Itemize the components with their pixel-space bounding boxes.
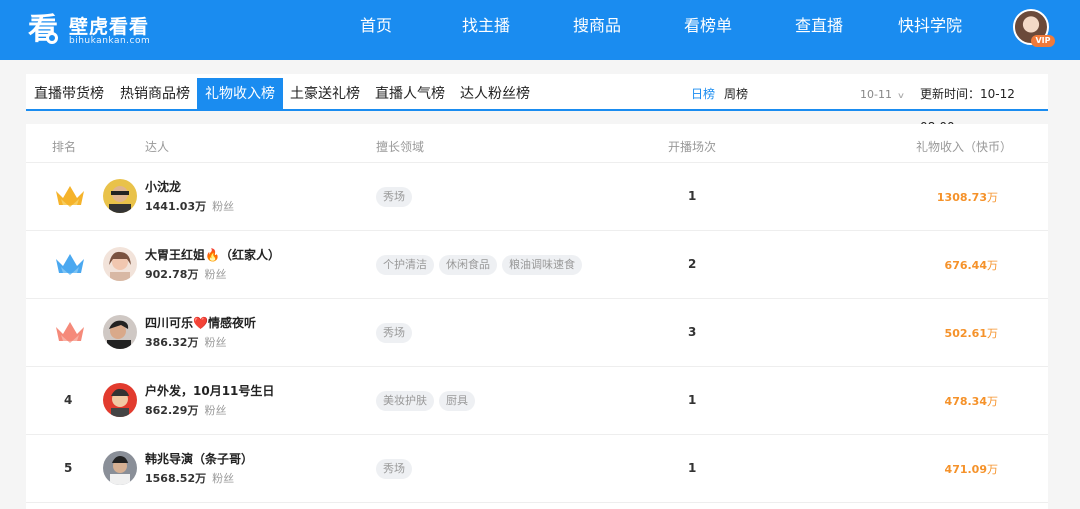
- session-count: 3: [688, 325, 697, 339]
- fans-count: 386.32万 粉丝: [145, 336, 227, 349]
- date-select[interactable]: 10-11 ∨: [860, 78, 905, 111]
- user-avatar[interactable]: VIP: [1013, 9, 1055, 47]
- domain-tags: 秀场: [376, 323, 412, 343]
- brand-logo[interactable]: 看 壁虎看看 bihukankan.com: [25, 8, 160, 50]
- header-sessions: 开播场次: [668, 140, 717, 154]
- avatar[interactable]: [103, 451, 137, 485]
- nav-search-product[interactable]: 搜商品: [573, 0, 621, 60]
- tab-gift-income[interactable]: 礼物收入榜: [197, 78, 283, 111]
- fans-count: 1568.52万 粉丝: [145, 472, 235, 485]
- header-domain: 擅长领域: [376, 140, 425, 154]
- influencer-name[interactable]: 户外发，10月11号生日: [145, 382, 274, 399]
- fans-count: 862.29万 粉丝: [145, 404, 227, 417]
- nav-rankings[interactable]: 看榜单: [684, 0, 732, 60]
- header-income: 礼物收入（快币）: [915, 140, 1012, 154]
- session-count: 1: [688, 393, 697, 407]
- nav-live-lookup[interactable]: 查直播: [795, 0, 843, 60]
- nav-home[interactable]: 首页: [360, 0, 392, 60]
- brand-subtitle: bihukankan.com: [69, 36, 151, 46]
- domain-tag: 美妆护肤: [376, 391, 434, 411]
- influencer-name[interactable]: 韩兆导演（条子哥）: [145, 450, 253, 467]
- avatar[interactable]: [103, 179, 137, 213]
- influencer-name[interactable]: 四川可乐❤️情感夜听: [145, 314, 256, 331]
- domain-tags: 秀场: [376, 187, 412, 207]
- date-select-value: 10-11: [860, 88, 892, 101]
- chevron-down-icon: ∨: [896, 91, 905, 100]
- domain-tag: 个护清洁: [376, 255, 434, 275]
- table-row[interactable]: 5 韩兆导演（条子哥） 1568.52万 粉丝 秀场 1 471.09万: [26, 434, 1048, 502]
- updated-time: 更新时间：10-12 08:00: [920, 87, 1015, 134]
- gift-income: 478.34万: [944, 395, 998, 408]
- vip-badge: VIP: [1031, 35, 1055, 47]
- session-count: 1: [688, 189, 697, 203]
- domain-tag: 厨具: [439, 391, 475, 411]
- influencer-name[interactable]: 大胃王红姐🔥（红家人）: [145, 246, 280, 263]
- period-weekly[interactable]: 周榜: [724, 78, 748, 111]
- table-row[interactable]: 小沈龙 1441.03万 粉丝 秀场 1 1308.73万: [26, 162, 1048, 230]
- blue-crown-icon: [56, 254, 84, 275]
- avatar[interactable]: [103, 315, 137, 349]
- gift-income: 471.09万: [944, 463, 998, 476]
- tab-big-spenders[interactable]: 土豪送礼榜: [282, 78, 368, 111]
- domain-tag: 秀场: [376, 323, 412, 343]
- tab-live-sales[interactable]: 直播带货榜: [26, 78, 112, 111]
- domain-tag: 秀场: [376, 459, 412, 479]
- gold-crown-icon: [56, 186, 84, 207]
- gift-income: 1308.73万: [936, 191, 998, 204]
- table-row[interactable]: 四川可乐❤️情感夜听 386.32万 粉丝 秀场 3 502.61万: [26, 298, 1048, 366]
- nav-academy[interactable]: 快抖学院: [898, 0, 962, 60]
- tab-live-popularity[interactable]: 直播人气榜: [367, 78, 453, 111]
- domain-tag: 休闲食品: [439, 255, 497, 275]
- domain-tag: 粮油调味速食: [502, 255, 582, 275]
- avatar[interactable]: [103, 383, 137, 417]
- session-count: 2: [688, 257, 697, 271]
- tab-hot-products[interactable]: 热销商品榜: [112, 78, 198, 111]
- ranking-panel: 直播带货榜 热销商品榜 礼物收入榜 土豪送礼榜 直播人气榜 达人粉丝榜 日榜 周…: [26, 74, 1048, 509]
- influencer-name[interactable]: 小沈龙: [145, 178, 181, 195]
- gift-income: 502.61万: [944, 327, 998, 340]
- fans-count: 902.78万 粉丝: [145, 268, 227, 281]
- session-count: 1: [688, 461, 697, 475]
- tab-influencer-fans[interactable]: 达人粉丝榜: [452, 78, 538, 111]
- nav-find-anchor[interactable]: 找主播: [462, 0, 510, 60]
- header-influencer: 达人: [145, 140, 170, 154]
- rank-number: 5: [64, 461, 73, 475]
- table-row[interactable]: 大胃王红姐🔥（红家人） 902.78万 粉丝 个护清洁 休闲食品 粮油调味速食 2…: [26, 230, 1048, 298]
- top-navbar: 看 壁虎看看 bihukankan.com 首页 找主播 搜商品 看榜单 查直播…: [0, 0, 1080, 60]
- pink-crown-icon: [56, 322, 84, 343]
- domain-tags: 秀场: [376, 459, 412, 479]
- brand-title: 壁虎看看: [69, 16, 150, 38]
- domain-tags: 个护清洁 休闲食品 粮油调味速食: [376, 255, 582, 275]
- header-rank: 排名: [52, 140, 77, 154]
- table-row-divider: [26, 502, 1048, 509]
- logo-mark-icon: 看: [28, 12, 58, 47]
- domain-tags: 美妆护肤 厨具: [376, 391, 475, 411]
- period-daily[interactable]: 日榜: [691, 78, 715, 111]
- ranking-tabs: 直播带货榜 热销商品榜 礼物收入榜 土豪送礼榜 直播人气榜 达人粉丝榜 日榜 周…: [26, 74, 1048, 134]
- ranking-table: 排名 达人 擅长领域 开播场次 礼物收入（快币） 小沈龙 1441.03万 粉丝 …: [26, 124, 1048, 509]
- rank-number: 4: [64, 393, 73, 407]
- gift-income: 676.44万: [944, 259, 998, 272]
- table-row[interactable]: 4 户外发，10月11号生日 862.29万 粉丝 美妆护肤 厨具 1 478.3…: [26, 366, 1048, 434]
- fans-count: 1441.03万 粉丝: [145, 200, 235, 213]
- avatar[interactable]: [103, 247, 137, 281]
- domain-tag: 秀场: [376, 187, 412, 207]
